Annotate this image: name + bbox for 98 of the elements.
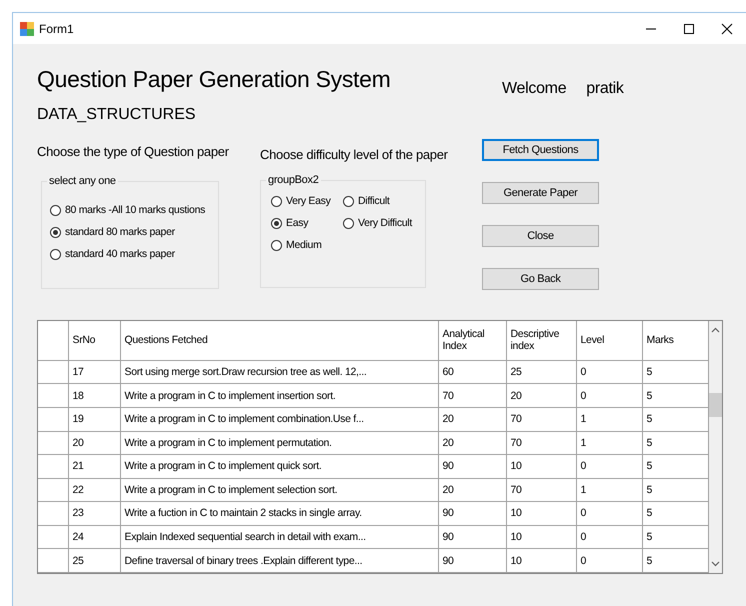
column-header[interactable]: Descriptive index xyxy=(506,321,576,360)
table-cell: 20 xyxy=(438,478,506,502)
scroll-up-icon[interactable] xyxy=(710,327,720,333)
row-header[interactable] xyxy=(38,548,68,572)
prompt-label: Choose difficulty level of the paper xyxy=(260,147,448,162)
group-title: groupBox2 xyxy=(266,174,321,186)
table-cell: 5 xyxy=(642,431,708,455)
radio-option[interactable]: standard 80 marks paper xyxy=(50,226,212,238)
prompt-label: Choose the type of Question paper xyxy=(37,144,230,159)
scrollbar-thumb[interactable] xyxy=(708,393,722,417)
table-cell: 5 xyxy=(642,408,708,432)
table-cell: 5 xyxy=(642,384,708,408)
radio-option[interactable]: Medium xyxy=(271,239,343,251)
table-cell: Write a program in C to implement permutation. xyxy=(120,431,438,455)
close-icon xyxy=(721,22,733,34)
table-cell: 90 xyxy=(438,502,506,526)
table-cell: 10 xyxy=(506,502,576,526)
table-cell: 10 xyxy=(506,525,576,549)
radio-option[interactable]: Easy xyxy=(271,217,343,229)
table-cell: 1 xyxy=(576,478,642,502)
table-cell: 20 xyxy=(438,408,506,432)
table-cell: 90 xyxy=(438,454,506,478)
table-cell: 19 xyxy=(68,408,120,432)
row-header[interactable] xyxy=(38,454,68,478)
table-cell: 5 xyxy=(642,525,708,549)
row-header[interactable] xyxy=(38,431,68,455)
table-cell: 70 xyxy=(438,384,506,408)
table-cell: 5 xyxy=(642,360,708,384)
table-cell: 0 xyxy=(576,384,642,408)
table-cell: 25 xyxy=(506,360,576,384)
table-cell: 10 xyxy=(506,548,576,572)
vertical-scrollbar[interactable] xyxy=(708,321,722,573)
scroll-down-icon[interactable] xyxy=(710,561,720,567)
user-name: pratik xyxy=(586,80,624,98)
table-cell: 1 xyxy=(576,408,642,432)
column-header[interactable]: Marks xyxy=(642,321,708,360)
column-header[interactable]: SrNo xyxy=(68,321,120,360)
maximize-icon xyxy=(683,22,695,34)
action-button[interactable]: Close xyxy=(482,225,599,247)
table-cell: 23 xyxy=(68,502,120,526)
table-cell: 70 xyxy=(506,431,576,455)
table-cell: 1 xyxy=(576,431,642,455)
action-button[interactable]: Fetch Questions xyxy=(482,139,599,161)
table-cell: 0 xyxy=(576,502,642,526)
table-cell: Write a program in C to implement combination.Use f... xyxy=(120,408,438,432)
table-cell: 21 xyxy=(68,454,120,478)
table-cell: Explain Indexed sequential search in detail with exam... xyxy=(120,525,438,549)
table-cell: 5 xyxy=(642,548,708,572)
table-cell: 5 xyxy=(642,478,708,502)
table-cell: Write a program in C to implement selection sort. xyxy=(120,478,438,502)
radio-option[interactable]: Very Easy xyxy=(271,195,343,207)
table-cell: Write a fuction in C to maintain 2 stacks in single array. xyxy=(120,502,438,526)
table-cell: 5 xyxy=(642,502,708,526)
table-cell: 0 xyxy=(576,525,642,549)
column-header[interactable]: Questions Fetched xyxy=(120,321,438,360)
table-cell: 0 xyxy=(576,360,642,384)
action-button[interactable]: Go Back xyxy=(482,268,599,290)
action-button[interactable]: Generate Paper xyxy=(482,182,599,204)
radio-option[interactable]: 80 marks -All 10 marks qustions xyxy=(50,204,212,216)
table-cell: Write a program in C to implement insertion sort. xyxy=(120,384,438,408)
radio-option[interactable]: Difficult xyxy=(343,195,419,207)
table-cell: 24 xyxy=(68,525,120,549)
table-cell: Define traversal of binary trees .Explain different type... xyxy=(120,548,438,572)
table-cell: 5 xyxy=(642,454,708,478)
table-cell: 25 xyxy=(68,548,120,572)
window-title: Form1 xyxy=(39,22,74,36)
table-cell: 0 xyxy=(576,548,642,572)
table-cell: Sort using merge sort.Draw recursion tree as well. 12,... xyxy=(120,360,438,384)
row-header[interactable] xyxy=(38,384,68,408)
row-header[interactable] xyxy=(38,408,68,432)
table-cell: 70 xyxy=(506,478,576,502)
app-icon xyxy=(20,22,34,36)
row-header[interactable] xyxy=(38,478,68,502)
row-header[interactable] xyxy=(38,360,68,384)
column-header[interactable]: Level xyxy=(576,321,642,360)
table-cell: 22 xyxy=(68,478,120,502)
table-cell: 20 xyxy=(506,384,576,408)
table-cell: 70 xyxy=(506,408,576,432)
row-header[interactable] xyxy=(38,525,68,549)
table-cell: 0 xyxy=(576,454,642,478)
table-cell: 10 xyxy=(506,454,576,478)
table-cell: 20 xyxy=(438,431,506,455)
table-cell: 90 xyxy=(438,525,506,549)
row-header[interactable] xyxy=(38,502,68,526)
table-cell: 18 xyxy=(68,384,120,408)
table-cell: 90 xyxy=(438,548,506,572)
app-heading: Question Paper Generation System xyxy=(37,65,392,94)
subject-label: DATA_STRUCTURES xyxy=(37,106,197,124)
group-title: select any one xyxy=(47,175,118,187)
table-cell: Write a program in C to implement quick sort. xyxy=(120,454,438,478)
column-header[interactable]: Analytical Index xyxy=(438,321,506,360)
radio-option[interactable]: Very Difficult xyxy=(343,217,419,229)
welcome-label: Welcome xyxy=(502,80,566,98)
row-header-corner xyxy=(38,321,68,360)
table-cell: 60 xyxy=(438,360,506,384)
radio-option[interactable]: standard 40 marks paper xyxy=(50,248,212,260)
table-cell: 17 xyxy=(68,360,120,384)
table-cell: 20 xyxy=(68,431,120,455)
